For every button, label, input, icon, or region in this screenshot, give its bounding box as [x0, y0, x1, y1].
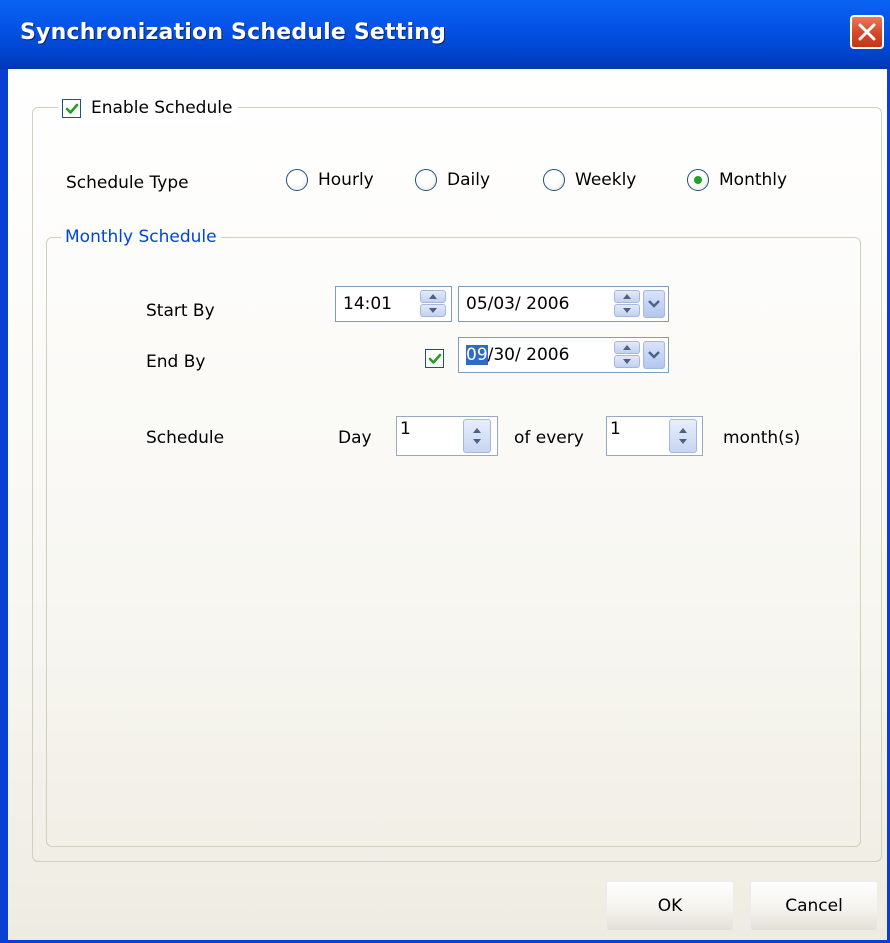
start-time-spinner[interactable]	[420, 290, 446, 318]
end-date-selected-segment: 09	[466, 345, 488, 365]
ok-button[interactable]: OK	[606, 881, 734, 931]
enable-schedule-label: Enable Schedule	[91, 98, 233, 118]
up-down-arrows-icon	[473, 428, 481, 444]
start-date-dropdown-button[interactable]	[643, 290, 665, 318]
radio-circle[interactable]	[286, 169, 308, 191]
arrow-down-icon	[429, 308, 437, 313]
dialog-window: Synchronization Schedule Setting Enable …	[0, 0, 890, 943]
start-date-spinner[interactable]	[614, 290, 640, 318]
start-time-field[interactable]: 14:01	[335, 286, 452, 322]
chevron-down-icon	[648, 351, 660, 359]
schedule-type-label: Schedule Type	[66, 173, 189, 193]
day-stepper-buttons[interactable]	[463, 419, 491, 453]
month-stepper-buttons[interactable]	[669, 419, 697, 453]
month-interval-stepper[interactable]: 1	[606, 416, 703, 456]
start-by-label: Start By	[146, 301, 215, 321]
cancel-button[interactable]: Cancel	[750, 881, 878, 931]
check-icon	[428, 353, 442, 364]
start-date-field[interactable]: 05/03/ 2006	[458, 286, 669, 322]
enable-schedule-checkbox[interactable]	[62, 98, 81, 118]
month-interval-value: 1	[610, 419, 621, 439]
day-label: Day	[338, 428, 372, 448]
spin-up-button[interactable]	[614, 341, 640, 354]
radio-monthly[interactable]: Monthly	[687, 169, 787, 191]
radio-daily[interactable]: Daily	[415, 169, 490, 191]
arrow-down-icon	[623, 308, 631, 313]
arrow-up-icon	[623, 294, 631, 299]
radio-hourly-label: Hourly	[318, 170, 374, 190]
monthly-schedule-groupbox	[46, 237, 861, 847]
radio-circle-selected[interactable]	[687, 169, 709, 191]
dialog-client-area: Enable Schedule Schedule Type Hourly Dai…	[8, 69, 887, 940]
title-bar[interactable]: Synchronization Schedule Setting	[0, 0, 890, 69]
window-title: Synchronization Schedule Setting	[20, 20, 447, 45]
radio-circle[interactable]	[415, 169, 437, 191]
spin-up-button[interactable]	[420, 290, 446, 303]
spin-down-button[interactable]	[420, 304, 446, 317]
months-label: month(s)	[723, 428, 801, 448]
end-by-label: End By	[146, 352, 206, 372]
spin-down-button[interactable]	[614, 304, 640, 317]
end-date-field[interactable]: 09/30/ 2006	[458, 337, 669, 373]
radio-weekly[interactable]: Weekly	[543, 169, 636, 191]
day-stepper[interactable]: 1	[396, 416, 498, 456]
enable-schedule-row[interactable]: Enable Schedule	[58, 94, 239, 122]
end-date-rest: /30/ 2006	[487, 345, 570, 365]
radio-circle[interactable]	[543, 169, 565, 191]
radio-daily-label: Daily	[447, 170, 491, 190]
arrow-up-icon	[623, 345, 631, 350]
arrow-up-icon	[429, 294, 437, 299]
of-every-label: of every	[514, 428, 584, 448]
radio-monthly-label: Monthly	[719, 170, 788, 190]
arrow-down-icon	[623, 359, 631, 364]
close-button[interactable]	[850, 15, 884, 49]
schedule-label: Schedule	[146, 428, 225, 448]
up-down-arrows-icon	[679, 428, 687, 444]
end-by-checkbox[interactable]	[425, 349, 444, 368]
day-value: 1	[400, 419, 411, 439]
end-date-spinner[interactable]	[614, 341, 640, 369]
start-date-value: 05/03/ 2006	[466, 294, 570, 314]
check-icon	[65, 103, 79, 114]
radio-hourly[interactable]: Hourly	[286, 169, 374, 191]
end-date-value: 09/30/ 2006	[466, 345, 569, 365]
end-date-dropdown-button[interactable]	[643, 341, 665, 369]
spin-down-button[interactable]	[614, 355, 640, 368]
radio-weekly-label: Weekly	[575, 170, 637, 190]
start-time-value: 14:01	[343, 294, 392, 314]
close-icon	[858, 23, 876, 41]
chevron-down-icon	[648, 300, 660, 308]
radio-dot	[694, 176, 702, 184]
monthly-schedule-legend: Monthly Schedule	[61, 227, 221, 247]
spin-up-button[interactable]	[614, 290, 640, 303]
